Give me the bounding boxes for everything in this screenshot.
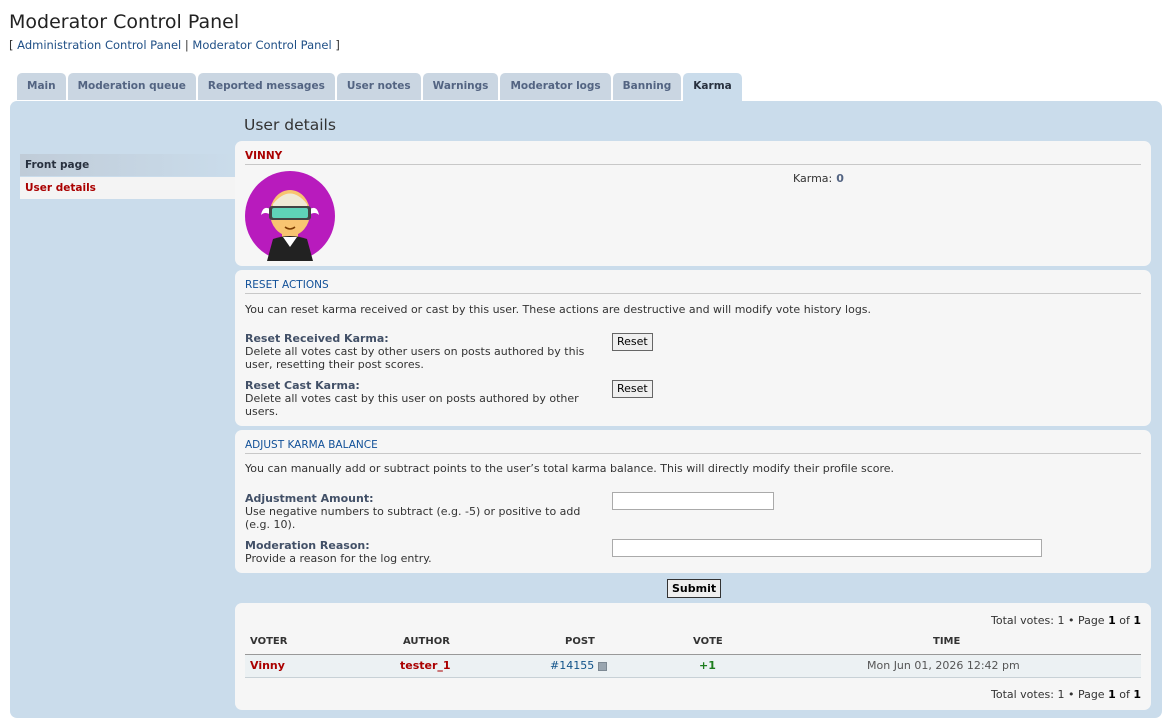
tab-moderator-logs[interactable]: Moderator logs <box>500 73 611 100</box>
tab-warnings[interactable]: Warnings <box>422 73 499 100</box>
submit-button[interactable]: Submit <box>667 579 722 598</box>
reset-actions-title: RESET ACTIONS <box>245 279 1141 294</box>
total-votes-label: Total votes: <box>990 614 1054 627</box>
bracket-close: ] <box>335 38 340 52</box>
reset-cast-label: Reset Cast Karma: <box>245 379 360 392</box>
adjust-amount-label: Adjustment Amount: <box>245 492 374 505</box>
pagination-top: Total votes: 1 • Page 1 of 1 <box>991 614 1141 627</box>
current-page: 1 <box>1108 688 1116 701</box>
reset-received-button[interactable]: Reset <box>612 333 653 351</box>
sidebar-item-user-details[interactable]: User details <box>20 177 235 199</box>
moderation-reason-field: Moderation Reason: Provide a reason for … <box>245 539 595 565</box>
adjust-amount-input[interactable] <box>612 492 774 510</box>
karma-summary: Karma: 0 <box>793 172 844 185</box>
reset-description: You can reset karma received or cast by … <box>245 303 872 316</box>
tab-reported-messages[interactable]: Reported messages <box>197 73 335 100</box>
page-header: Moderator Control Panel [ Administration… <box>9 10 340 52</box>
post-link[interactable]: #14155 <box>550 659 594 672</box>
user-avatar-icon <box>245 171 335 261</box>
sidebar-menu: Front page User details <box>20 154 235 199</box>
page-title: Moderator Control Panel <box>9 11 240 33</box>
tab-main[interactable]: Main <box>17 73 66 100</box>
column-header-author: AUTHOR <box>403 636 450 647</box>
vote-time: Mon Jun 01, 2026 12:42 pm <box>867 659 1020 672</box>
adjust-amount-field: Adjustment Amount: Use negative numbers … <box>245 492 595 531</box>
adjust-karma-box: ADJUST KARMA BALANCE You can manually ad… <box>235 430 1151 573</box>
current-page: 1 <box>1108 614 1116 627</box>
reset-cast-field: Reset Cast Karma: Delete all votes cast … <box>245 379 595 418</box>
header-links: [ Administration Control Panel | Moderat… <box>9 38 340 52</box>
adjust-amount-desc: Use negative numbers to subtract (e.g. -… <box>245 505 581 531</box>
post-cell: #14155 <box>550 659 608 672</box>
reset-cast-button[interactable]: Reset <box>612 380 653 398</box>
reset-received-field: Reset Received Karma: Delete all votes c… <box>245 332 595 371</box>
author-link[interactable]: tester_1 <box>400 659 451 672</box>
admin-panel-link[interactable]: Administration Control Panel <box>17 38 181 52</box>
tab-bar: Main Moderation queue Reported messages … <box>17 73 744 102</box>
moderation-reason-desc: Provide a reason for the log entry. <box>245 552 432 565</box>
tab-user-notes[interactable]: User notes <box>336 73 421 100</box>
page-label: Page <box>1077 688 1105 701</box>
reset-actions-box: RESET ACTIONS You can reset karma receiv… <box>235 270 1151 426</box>
total-votes-label: Total votes: <box>990 688 1054 701</box>
vote-value: +1 <box>699 659 716 672</box>
view-post-icon[interactable] <box>598 661 608 671</box>
tab-karma[interactable]: Karma <box>683 73 742 102</box>
column-header-post: POST <box>565 636 595 647</box>
reset-cast-desc: Delete all votes cast by this user on po… <box>245 392 579 418</box>
tab-moderation-queue[interactable]: Moderation queue <box>67 73 196 100</box>
pager-bullet: • <box>1067 614 1075 627</box>
column-header-vote: VOTE <box>693 636 723 647</box>
total-votes-value: 1 <box>1057 614 1065 627</box>
column-header-voter: VOTER <box>250 636 288 647</box>
sidebar-item-front-page[interactable]: Front page <box>20 154 235 176</box>
total-votes-value: 1 <box>1057 688 1065 701</box>
of-label: of <box>1119 688 1130 701</box>
pager-bullet: • <box>1067 688 1075 701</box>
reset-received-label: Reset Received Karma: <box>245 332 389 345</box>
username-heading: VINNY <box>245 150 1141 165</box>
column-header-time: TIME <box>933 636 961 647</box>
voter-link[interactable]: Vinny <box>250 659 285 672</box>
table-row: Vinny tester_1 #14155 +1 Mon Jun 01, 202… <box>245 654 1141 678</box>
reset-received-desc: Delete all votes cast by other users on … <box>245 345 585 371</box>
total-pages: 1 <box>1133 688 1141 701</box>
adjust-karma-title: ADJUST KARMA BALANCE <box>245 439 1141 454</box>
main-title: User details <box>244 116 336 134</box>
adjust-description: You can manually add or subtract points … <box>245 462 895 475</box>
pagination-bottom: Total votes: 1 • Page 1 of 1 <box>991 688 1141 701</box>
votes-box: Total votes: 1 • Page 1 of 1 VOTER AUTHO… <box>235 603 1151 710</box>
moderation-reason-input[interactable] <box>612 539 1042 557</box>
of-label: of <box>1119 614 1130 627</box>
user-box: VINNY Karma: 0 <box>235 141 1151 266</box>
total-pages: 1 <box>1133 614 1141 627</box>
moderation-reason-label: Moderation Reason: <box>245 539 370 552</box>
karma-label: Karma: <box>793 172 833 185</box>
karma-value: 0 <box>836 172 844 185</box>
page-label: Page <box>1077 614 1105 627</box>
tab-banning[interactable]: Banning <box>612 73 682 100</box>
mod-panel-link[interactable]: Moderator Control Panel <box>192 38 331 52</box>
bracket-open: [ <box>9 38 14 52</box>
link-separator: | <box>184 38 189 52</box>
